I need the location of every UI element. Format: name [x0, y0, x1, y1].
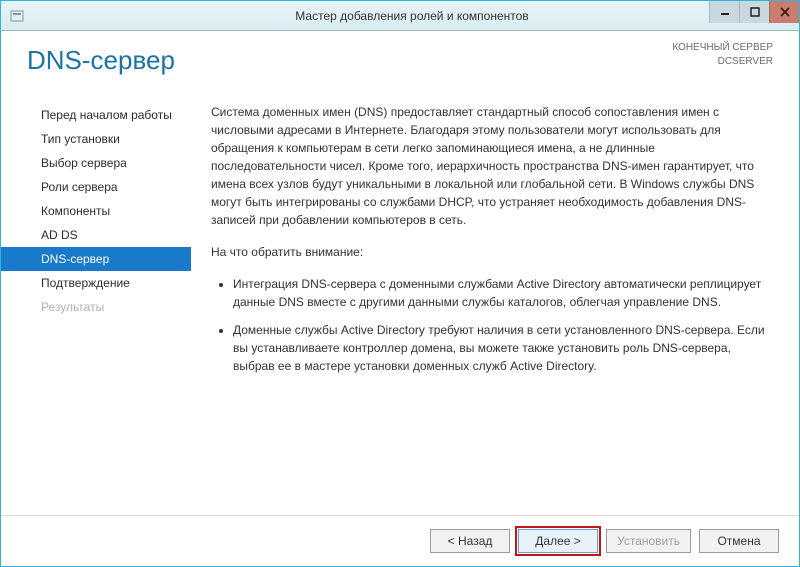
- notes-list: Интеграция DNS-сервера с доменными служб…: [211, 275, 769, 375]
- cancel-button[interactable]: Отмена: [699, 529, 779, 553]
- page-title: DNS-сервер: [27, 45, 175, 76]
- back-button[interactable]: < Назад: [430, 529, 510, 553]
- step-server-roles[interactable]: Роли сервера: [1, 175, 191, 199]
- step-label: Выбор сервера: [41, 156, 127, 170]
- destination-info: КОНЕЧНЫЙ СЕРВЕР DCSERVER: [672, 41, 773, 69]
- minimize-button[interactable]: [709, 1, 739, 23]
- app-icon: [9, 8, 25, 24]
- step-label: Подтверждение: [41, 276, 130, 290]
- step-adds[interactable]: AD DS: [1, 223, 191, 247]
- window-controls: [709, 1, 799, 23]
- step-server-selection[interactable]: Выбор сервера: [1, 151, 191, 175]
- footer: < Назад Далее > Установить Отмена: [1, 515, 799, 565]
- steps-nav: Перед началом работы Тип установки Выбор…: [1, 95, 191, 515]
- close-button[interactable]: [769, 1, 799, 23]
- install-button: Установить: [606, 529, 691, 553]
- window-title: Мастер добавления ролей и компонентов: [25, 9, 799, 23]
- step-label: Результаты: [41, 300, 104, 314]
- intro-text: Система доменных имен (DNS) предоставляе…: [211, 103, 769, 229]
- note-heading: На что обратить внимание:: [211, 243, 769, 261]
- titlebar: Мастер добавления ролей и компонентов: [1, 1, 799, 31]
- step-label: AD DS: [41, 228, 78, 242]
- destination-label: КОНЕЧНЫЙ СЕРВЕР: [672, 41, 773, 55]
- step-features[interactable]: Компоненты: [1, 199, 191, 223]
- step-install-type[interactable]: Тип установки: [1, 127, 191, 151]
- header: DNS-сервер КОНЕЧНЫЙ СЕРВЕР DCSERVER: [1, 31, 799, 95]
- destination-server: DCSERVER: [672, 55, 773, 69]
- next-button[interactable]: Далее >: [518, 529, 598, 553]
- list-item: Доменные службы Active Directory требуют…: [233, 321, 769, 375]
- step-label: DNS-сервер: [41, 252, 109, 266]
- step-confirmation[interactable]: Подтверждение: [1, 271, 191, 295]
- body: Перед началом работы Тип установки Выбор…: [1, 95, 799, 515]
- step-label: Перед началом работы: [41, 108, 172, 122]
- maximize-button[interactable]: [739, 1, 769, 23]
- step-dns-server[interactable]: DNS-сервер: [1, 247, 191, 271]
- step-before-you-begin[interactable]: Перед началом работы: [1, 103, 191, 127]
- content-pane: Система доменных имен (DNS) предоставляе…: [191, 95, 799, 515]
- step-results: Результаты: [1, 295, 191, 319]
- step-label: Тип установки: [41, 132, 120, 146]
- list-item: Интеграция DNS-сервера с доменными служб…: [233, 275, 769, 311]
- step-label: Роли сервера: [41, 180, 118, 194]
- step-label: Компоненты: [41, 204, 110, 218]
